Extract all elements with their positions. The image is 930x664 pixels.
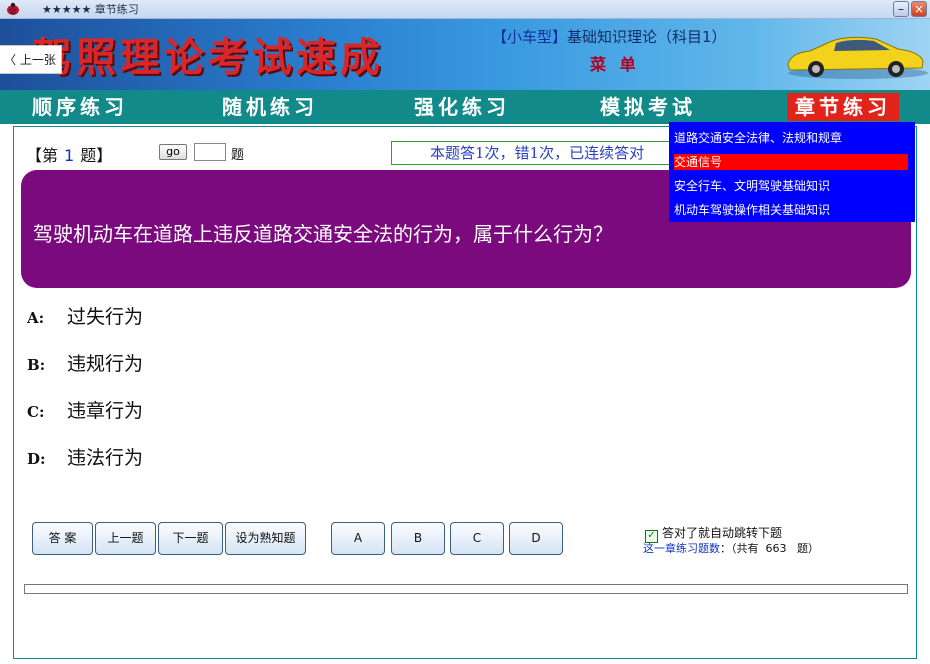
option-d[interactable]: D: 违法行为 (27, 443, 143, 470)
count-total: 663 (765, 542, 787, 555)
tab-random-practice[interactable]: 随机练习 (222, 93, 318, 121)
chapter-item-safe-driving[interactable]: 安全行车、文明驾驶基础知识 (674, 178, 830, 194)
subject-name: 基础知识理论（科目1） (567, 28, 727, 46)
option-letter: C: (27, 403, 45, 421)
vehicle-type: 【小车型】 (492, 28, 568, 46)
question-number: 1 (64, 146, 75, 165)
count-label: 这一章练习题数 (643, 542, 720, 555)
answer-button[interactable]: 答 案 (32, 522, 93, 555)
answer-a-button[interactable]: A (331, 522, 385, 555)
option-letter: B: (27, 356, 46, 374)
answer-c-button[interactable]: C (450, 522, 504, 555)
go-to-question-input[interactable] (194, 143, 226, 161)
go-suffix-label: 题 (231, 148, 245, 163)
answer-d-button[interactable]: D (509, 522, 563, 555)
option-text: 违章行为 (67, 400, 144, 422)
chapter-question-count: 这一章练习题数：（共有 663 题） (643, 540, 819, 556)
chapter-item-traffic-law[interactable]: 道路交通安全法律、法规和规章 (674, 130, 842, 146)
question-suffix: 题】 (80, 146, 113, 165)
prev-question-button[interactable]: 上一题 (95, 522, 156, 555)
go-button[interactable]: go (159, 144, 187, 160)
tab-chapter-practice[interactable]: 章节练习 (787, 93, 899, 121)
close-button[interactable]: × (911, 1, 927, 17)
chapter-item-traffic-signals[interactable]: 交通信号 (674, 154, 908, 170)
option-text: 违规行为 (67, 353, 144, 375)
answer-b-button[interactable]: B (391, 522, 445, 555)
ladybug-icon (7, 2, 19, 15)
question-number-label: 【第 1 题】 (26, 142, 112, 166)
menu-label[interactable]: 菜 单 (590, 51, 640, 75)
chapter-dropdown-menu: 道路交通安全法律、法规和规章 交通信号 安全行车、文明驾驶基础知识 机动车驾驶操… (669, 122, 915, 222)
chapter-item-vehicle-operation[interactable]: 机动车驾驶操作相关基础知识 (674, 202, 830, 218)
question-stats: 本题答1次，错1次，已连续答对 (391, 141, 691, 165)
question-prefix: 【第 (26, 146, 59, 165)
window-title: ★★★★★ 章节练习 (42, 3, 139, 16)
progress-bar (24, 584, 908, 594)
app-title: 驾照理论考试速成 (32, 34, 384, 81)
option-letter: A: (27, 309, 45, 327)
count-suffix: 题） (797, 542, 819, 555)
count-prefix: ：（共有 (720, 542, 759, 555)
prev-image-button[interactable]: 〈 上一张 (0, 45, 62, 74)
option-b[interactable]: B: 违规行为 (27, 349, 143, 376)
app-banner: 驾照理论考试速成 【小车型】基础知识理论（科目1） 菜 单 (0, 19, 930, 90)
car-icon (787, 36, 928, 79)
option-text: 违法行为 (67, 447, 144, 469)
minimize-button[interactable]: – (893, 1, 909, 17)
vehicle-subject-label: 【小车型】基础知识理论（科目1） (492, 26, 727, 47)
option-a[interactable]: A: 过失行为 (27, 302, 143, 329)
option-c[interactable]: C: 违章行为 (27, 396, 143, 423)
tab-sequential-practice[interactable]: 顺序练习 (32, 93, 128, 121)
nav-bar: 顺序练习 随机练习 强化练习 模拟考试 章节练习 (0, 90, 930, 124)
mark-known-button[interactable]: 设为熟知题 (225, 522, 306, 555)
option-letter: D: (27, 450, 46, 468)
tab-mock-exam[interactable]: 模拟考试 (600, 93, 696, 121)
auto-jump-label: 答对了就自动跳转下题 (662, 526, 783, 540)
next-question-button[interactable]: 下一题 (158, 522, 223, 555)
question-text: 驾驶机动车在道路上违反道路交通安全法的行为，属于什么行为？ (33, 222, 613, 246)
option-text: 过失行为 (67, 306, 144, 328)
tab-intensive-practice[interactable]: 强化练习 (414, 93, 510, 121)
window-titlebar: ★★★★★ 章节练习 – × (0, 0, 930, 19)
